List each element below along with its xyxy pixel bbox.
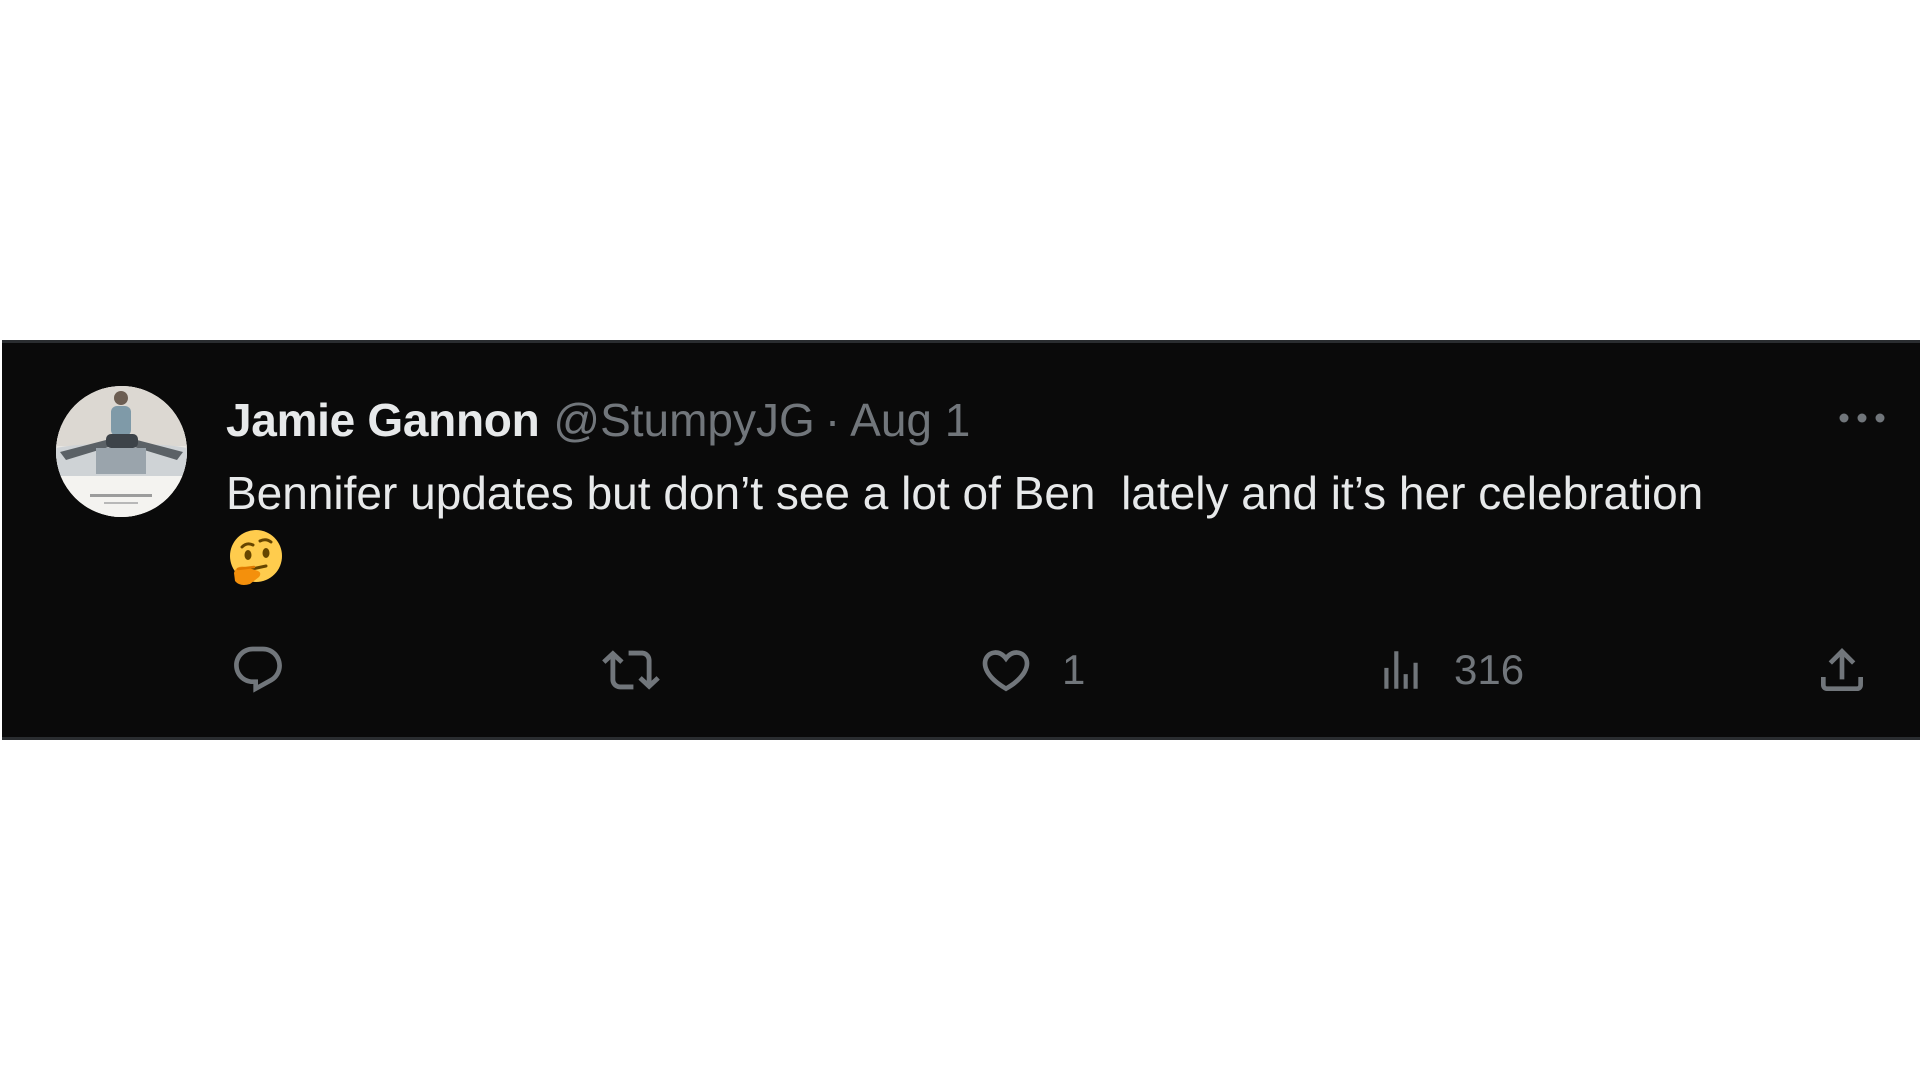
retweet-button[interactable] [602, 635, 660, 705]
reply-button[interactable] [230, 635, 286, 705]
avatar-photo [56, 386, 187, 517]
views-count: 316 [1454, 646, 1525, 693]
more-options-button[interactable] [1832, 403, 1892, 433]
more-options-icon [1839, 413, 1885, 423]
tweet-actions: 1 316 [226, 635, 1876, 705]
heart-icon [982, 650, 1030, 692]
like-count: 1 [1062, 646, 1086, 693]
avatar[interactable] [56, 386, 187, 517]
tweet-text-content: Bennifer updates but don’t see a lot of … [226, 467, 1717, 519]
reply-icon [234, 646, 282, 693]
retweet-icon [602, 650, 660, 690]
share-icon [1821, 648, 1863, 691]
tweet-header: Jamie Gannon @StumpyJG · Aug 1 [226, 393, 970, 447]
share-button[interactable] [1814, 635, 1870, 705]
header-separator: · [824, 394, 841, 446]
thinking-face-icon [230, 530, 282, 585]
tweet-date[interactable]: Aug 1 [850, 393, 970, 447]
author-display-name[interactable]: Jamie Gannon [226, 393, 540, 447]
views-icon [1384, 651, 1418, 689]
views-button[interactable]: 316 [1376, 635, 1524, 705]
author-handle[interactable]: @StumpyJG [553, 393, 814, 447]
tweet-text: Bennifer updates but don’t see a lot of … [226, 461, 1886, 589]
like-button[interactable]: 1 [978, 635, 1085, 705]
tweet-card[interactable]: Jamie Gannon @StumpyJG · Aug 1 Bennifer … [2, 340, 1920, 740]
